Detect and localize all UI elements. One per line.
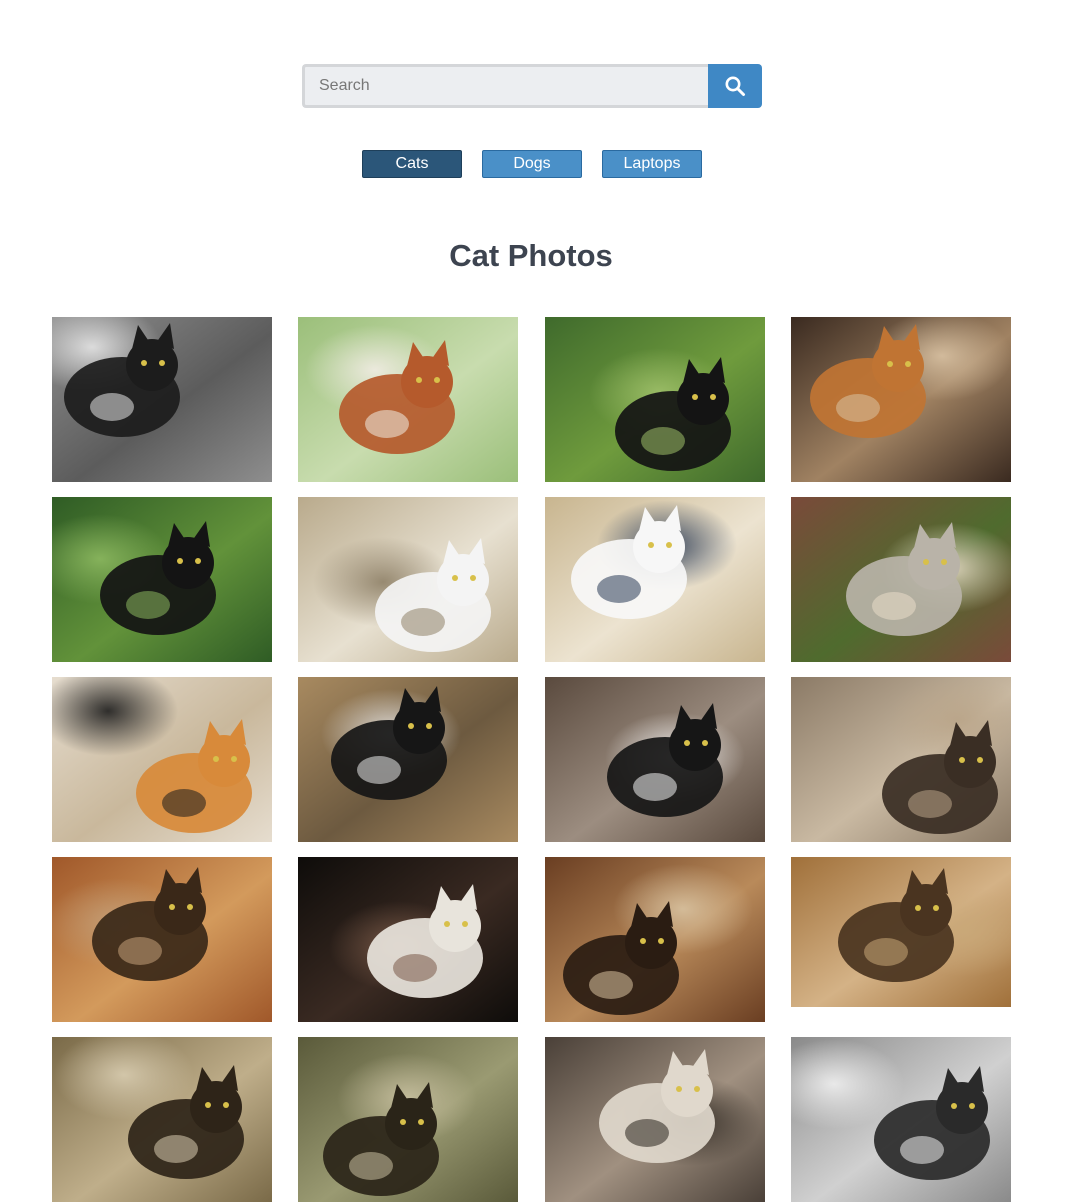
cat-photo[interactable] xyxy=(791,857,1011,1007)
photo-image xyxy=(791,677,1011,842)
photo-image xyxy=(298,857,518,1022)
cat-photo[interactable] xyxy=(791,677,1011,842)
photo-image xyxy=(52,1037,272,1202)
photo-image xyxy=(298,677,518,842)
cat-photo[interactable] xyxy=(298,497,518,662)
photo-image xyxy=(52,677,272,842)
cat-photo[interactable] xyxy=(545,317,765,482)
photo-image xyxy=(791,1037,1011,1202)
cat-photo[interactable] xyxy=(52,317,272,482)
cat-photo[interactable] xyxy=(298,677,518,842)
photo-image xyxy=(298,1037,518,1202)
cat-photo[interactable] xyxy=(545,857,765,1022)
cat-photo[interactable] xyxy=(545,677,765,842)
cat-photo[interactable] xyxy=(298,317,518,482)
photo-image xyxy=(791,857,1011,1007)
photo-image xyxy=(791,317,1011,482)
cat-photo[interactable] xyxy=(298,857,518,1022)
photo-image xyxy=(52,497,272,662)
search-bar xyxy=(302,64,762,108)
cat-photo[interactable] xyxy=(52,497,272,662)
cat-photo[interactable] xyxy=(545,497,765,662)
photo-image xyxy=(545,677,765,842)
photo-image xyxy=(52,317,272,482)
search-button[interactable] xyxy=(708,64,762,108)
cat-photo[interactable] xyxy=(791,497,1011,662)
photo-image xyxy=(298,497,518,662)
photo-image xyxy=(545,857,765,1022)
category-button-laptops[interactable]: Laptops xyxy=(602,150,702,178)
photo-image xyxy=(52,857,272,1022)
cat-photo[interactable] xyxy=(52,677,272,842)
search-icon xyxy=(725,76,745,96)
cat-photo[interactable] xyxy=(52,857,272,1022)
cat-photo[interactable] xyxy=(791,1037,1011,1202)
photo-image xyxy=(545,497,765,662)
cat-photo[interactable] xyxy=(298,1037,518,1202)
page-title: Cat Photos xyxy=(449,238,613,273)
cat-photo[interactable] xyxy=(791,317,1011,482)
category-filter-bar: Cats Dogs Laptops xyxy=(362,150,702,178)
category-button-dogs[interactable]: Dogs xyxy=(482,150,582,178)
photo-image xyxy=(545,1037,765,1202)
photo-image xyxy=(791,497,1011,662)
cat-photo[interactable] xyxy=(52,1037,272,1202)
category-button-cats[interactable]: Cats xyxy=(362,150,462,178)
photo-image xyxy=(298,317,518,482)
cat-photo[interactable] xyxy=(545,1037,765,1202)
search-input[interactable] xyxy=(302,64,708,108)
photo-image xyxy=(545,317,765,482)
